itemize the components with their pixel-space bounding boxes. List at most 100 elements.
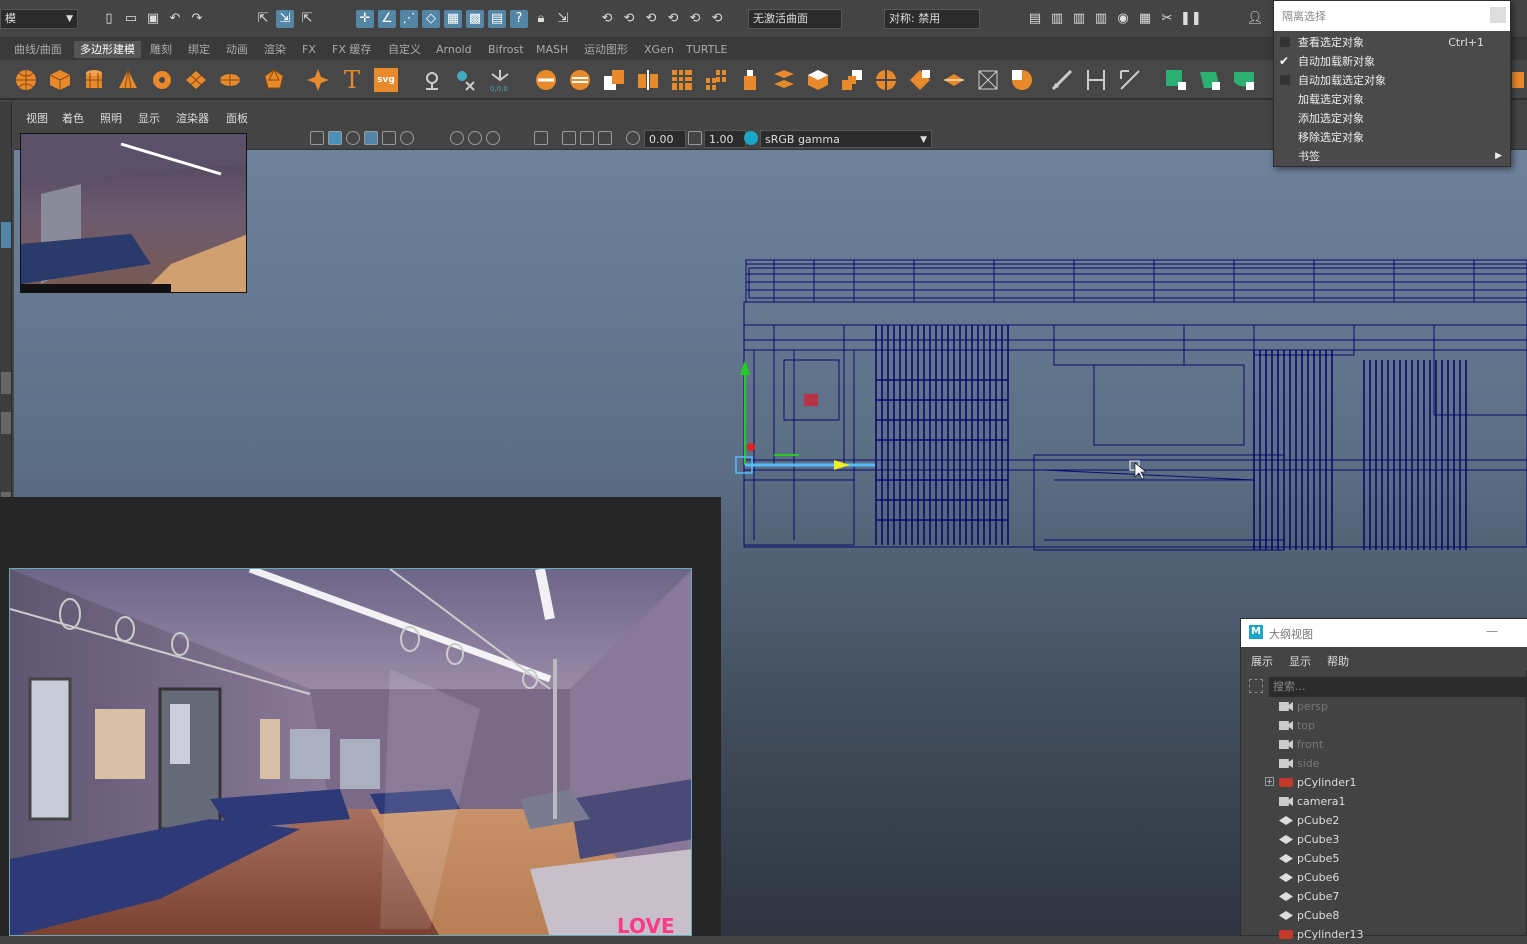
shelf-tab[interactable]: Bifrost xyxy=(482,41,530,58)
outliner-menu-item[interactable]: 展示 xyxy=(1251,653,1273,669)
tool-layout-icon[interactable] xyxy=(1,372,11,394)
separate-icon[interactable] xyxy=(568,68,592,92)
poly-cone-icon[interactable] xyxy=(116,68,140,92)
outliner-menu-item[interactable]: 帮助 xyxy=(1327,653,1349,669)
render-settings-icon[interactable]: ▦ xyxy=(1136,10,1154,28)
viewport-menu-item[interactable]: 面板 xyxy=(226,110,248,126)
symmetry-field[interactable]: 对称: 禁用 xyxy=(884,9,980,29)
shelf-tab[interactable]: MASH xyxy=(530,41,574,58)
isolate-menu-item[interactable]: 加载选定对象 xyxy=(1274,90,1510,109)
outliner-row[interactable]: persp xyxy=(1241,697,1527,716)
uv-editor-icon[interactable] xyxy=(1164,68,1188,92)
open-scene-icon[interactable]: ▭ xyxy=(122,10,140,28)
lock-icon[interactable]: 🔒︎ xyxy=(532,10,550,28)
make-hole-icon[interactable] xyxy=(908,68,932,92)
xray-joints-icon[interactable] xyxy=(580,131,594,145)
outliner-row[interactable]: top xyxy=(1241,716,1527,735)
snap-curve-icon[interactable]: ∠ xyxy=(378,10,396,28)
snap-help-icon[interactable]: ? xyxy=(510,10,528,28)
target-weld-icon[interactable] xyxy=(1010,68,1034,92)
shadows-icon[interactable] xyxy=(450,131,464,145)
fill-hole-icon[interactable] xyxy=(874,68,898,92)
select-object-icon[interactable]: ⇲ xyxy=(276,10,294,28)
poly-plane-icon[interactable] xyxy=(184,68,208,92)
svg-icon[interactable]: svg xyxy=(374,68,398,92)
slide-edge-icon[interactable] xyxy=(1084,68,1108,92)
new-scene-icon[interactable]: ▯ xyxy=(100,10,118,28)
type-icon[interactable]: T xyxy=(340,68,364,92)
undo-icon[interactable]: ↶ xyxy=(166,10,184,28)
gamma-icon[interactable] xyxy=(688,131,702,145)
clapper-2-icon[interactable]: ▥ xyxy=(1070,10,1088,28)
outliner-menu-item[interactable]: 显示 xyxy=(1289,653,1311,669)
combine-icon[interactable] xyxy=(534,68,558,92)
outliner-titlebar[interactable]: M 大纲视图 — xyxy=(1241,619,1527,647)
crease-icon[interactable] xyxy=(1118,68,1142,92)
mode-select[interactable]: 模 ▼ xyxy=(0,9,78,29)
outliner-row[interactable]: front xyxy=(1241,735,1527,754)
measure-icon[interactable] xyxy=(454,68,478,92)
isolate-menu-item[interactable]: 查看选定对象 Ctrl+1 xyxy=(1274,33,1510,52)
wireframe-icon[interactable] xyxy=(310,131,324,145)
exposure-icon[interactable] xyxy=(626,131,640,145)
uv-planar-icon[interactable] xyxy=(1198,68,1222,92)
lasso-4-icon[interactable]: ⟲ xyxy=(664,10,682,28)
shelf-tab[interactable]: 绑定 xyxy=(182,41,216,58)
save-scene-icon[interactable]: ▣ xyxy=(144,10,162,28)
lasso-5-icon[interactable]: ⟲ xyxy=(686,10,704,28)
isolate-menu-item[interactable]: 移除选定对象 xyxy=(1274,128,1510,147)
lasso-2-icon[interactable]: ⟲ xyxy=(620,10,638,28)
shelf-tab[interactable]: 自定义 xyxy=(382,41,427,58)
bridge-icon[interactable] xyxy=(772,68,796,92)
tool-layout-2-icon[interactable] xyxy=(1,412,11,434)
poly-sphere-icon[interactable] xyxy=(14,68,38,92)
shelf-tab[interactable]: Arnold xyxy=(430,41,478,58)
motion-blur-icon[interactable] xyxy=(486,131,500,145)
snap-edge-icon[interactable]: ▤ xyxy=(488,10,506,28)
zero-transform-icon[interactable]: 0,0,0 xyxy=(488,68,512,92)
boolean-icon[interactable] xyxy=(602,68,626,92)
viewport-menu-item[interactable]: 显示 xyxy=(138,110,160,126)
isolate-menu-item[interactable]: ✔ 自动加载新对象 xyxy=(1274,52,1510,71)
viewport-menu-item[interactable]: 渲染器 xyxy=(176,110,209,126)
expand-icon[interactable]: + xyxy=(1265,777,1274,786)
shelf-tab[interactable]: 多边形建模 xyxy=(74,41,141,58)
default-material-icon[interactable] xyxy=(346,131,360,145)
mirror-icon[interactable] xyxy=(636,68,660,92)
lasso-6-icon[interactable]: ⟲ xyxy=(708,10,726,28)
viewport-menu-item[interactable]: 视图 xyxy=(26,110,48,126)
minimize-button[interactable]: — xyxy=(1486,624,1498,638)
shelf-tab[interactable]: 雕刻 xyxy=(144,41,178,58)
xray-icon[interactable] xyxy=(562,131,576,145)
uv-auto-icon[interactable] xyxy=(1232,68,1256,92)
smooth-icon[interactable] xyxy=(670,68,694,92)
shelf-tab[interactable]: FX 缓存 xyxy=(326,41,377,58)
tool-select-icon[interactable] xyxy=(1,222,11,248)
redo-icon[interactable]: ↷ xyxy=(188,10,206,28)
reduce-icon[interactable] xyxy=(704,68,728,92)
wireframe-on-shaded-icon[interactable] xyxy=(364,131,378,145)
color-management-icon[interactable] xyxy=(744,131,758,145)
multi-cut-icon[interactable] xyxy=(976,68,1000,92)
lasso-3-icon[interactable]: ⟲ xyxy=(642,10,660,28)
quad-draw-icon[interactable] xyxy=(1050,68,1074,92)
ipr-icon[interactable]: ◉ xyxy=(1114,10,1132,28)
outliner-search-input[interactable]: 搜索... xyxy=(1269,677,1527,697)
platonic-solid-icon[interactable] xyxy=(262,68,286,92)
shelf-tab[interactable]: 渲染 xyxy=(258,41,292,58)
object-center-icon[interactable] xyxy=(420,68,444,92)
viewport-menu-item[interactable]: 照明 xyxy=(100,110,122,126)
poly-disc-icon[interactable] xyxy=(218,68,242,92)
isolate-menu-close-icon[interactable] xyxy=(1490,7,1506,23)
poly-cube-icon[interactable] xyxy=(48,68,72,92)
insert-loop-icon[interactable] xyxy=(942,68,966,92)
render-frame-icon[interactable]: ▤ xyxy=(1026,10,1044,28)
shelf-tab[interactable]: 运动图形 xyxy=(578,41,634,58)
super-shape-icon[interactable] xyxy=(306,68,330,92)
outliner-row[interactable]: pCylinder13 xyxy=(1241,925,1527,944)
bevel-icon[interactable] xyxy=(806,68,830,92)
outliner-row[interactable]: pCube5 xyxy=(1241,849,1527,868)
select-component-icon[interactable]: ⇱ xyxy=(298,10,316,28)
outliner-row[interactable]: + pCylinder1 xyxy=(1241,773,1527,792)
poly-cylinder-icon[interactable] xyxy=(82,68,106,92)
